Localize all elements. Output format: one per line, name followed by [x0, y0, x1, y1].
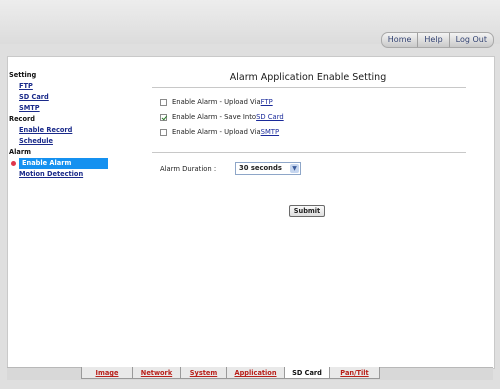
- tab-pan-tilt[interactable]: Pan/Tilt: [329, 367, 380, 379]
- sidebar-item-enable-alarm[interactable]: Enable Alarm: [11, 158, 108, 169]
- option-row-sd-card: Enable Alarm - Save Into SD Card: [160, 112, 284, 122]
- sidebar-item-enable-record[interactable]: Enable Record: [9, 125, 119, 136]
- alarm-duration-label: Alarm Duration :: [160, 165, 217, 173]
- sidebar-heading-setting: Setting: [9, 71, 37, 79]
- divider: [152, 87, 466, 88]
- sidebar: Setting FTP SD Card SMTP Record Enable R…: [9, 70, 119, 180]
- smtp-link[interactable]: SMTP: [261, 128, 279, 136]
- alarm-duration-select[interactable]: 30 seconds ▼: [235, 162, 301, 175]
- tab-sd-card[interactable]: SD Card: [284, 367, 330, 379]
- sidebar-item-sd-card[interactable]: SD Card: [9, 92, 119, 103]
- tab-system[interactable]: System: [180, 367, 227, 379]
- option-text: Enable Alarm - Upload Via: [172, 98, 261, 106]
- option-text: Enable Alarm - Save Into: [172, 113, 257, 121]
- sidebar-heading-record: Record: [9, 115, 35, 123]
- tab-image[interactable]: Image: [81, 367, 133, 379]
- sidebar-item-schedule[interactable]: Schedule: [9, 136, 119, 147]
- ftp-link[interactable]: FTP: [261, 98, 273, 106]
- alarm-duration-value: 30 seconds: [239, 164, 282, 172]
- option-row-smtp: Enable Alarm - Upload Via SMTP: [160, 127, 279, 137]
- help-link[interactable]: Help: [417, 33, 448, 47]
- sidebar-item-motion-detection[interactable]: Motion Detection: [9, 169, 119, 180]
- tab-application[interactable]: Application: [226, 367, 285, 379]
- home-link[interactable]: Home: [382, 33, 418, 47]
- chevron-down-icon: ▼: [290, 164, 299, 173]
- checkbox-sd-card[interactable]: [160, 113, 167, 121]
- submit-button[interactable]: Submit: [289, 205, 325, 217]
- tab-network[interactable]: Network: [132, 367, 181, 379]
- sd-card-link[interactable]: SD Card: [256, 113, 284, 121]
- option-row-ftp: Enable Alarm - Upload Via FTP: [160, 97, 273, 107]
- bullet-icon: [11, 161, 16, 166]
- top-navigation: Home Help Log Out: [380, 32, 494, 48]
- option-text: Enable Alarm - Upload Via: [172, 128, 261, 136]
- sidebar-item-label: Enable Alarm: [22, 159, 72, 167]
- divider: [152, 152, 466, 153]
- sidebar-heading-alarm: Alarm: [9, 148, 31, 156]
- checkbox-smtp[interactable]: [160, 128, 167, 136]
- sidebar-item-smtp[interactable]: SMTP: [9, 103, 119, 114]
- logout-link[interactable]: Log Out: [448, 33, 493, 47]
- sidebar-item-ftp[interactable]: FTP: [9, 81, 119, 92]
- checkbox-ftp[interactable]: [160, 98, 167, 106]
- page-title: Alarm Application Enable Setting: [229, 72, 387, 83]
- bottom-tabs: Image Network System Application SD Card…: [81, 367, 380, 379]
